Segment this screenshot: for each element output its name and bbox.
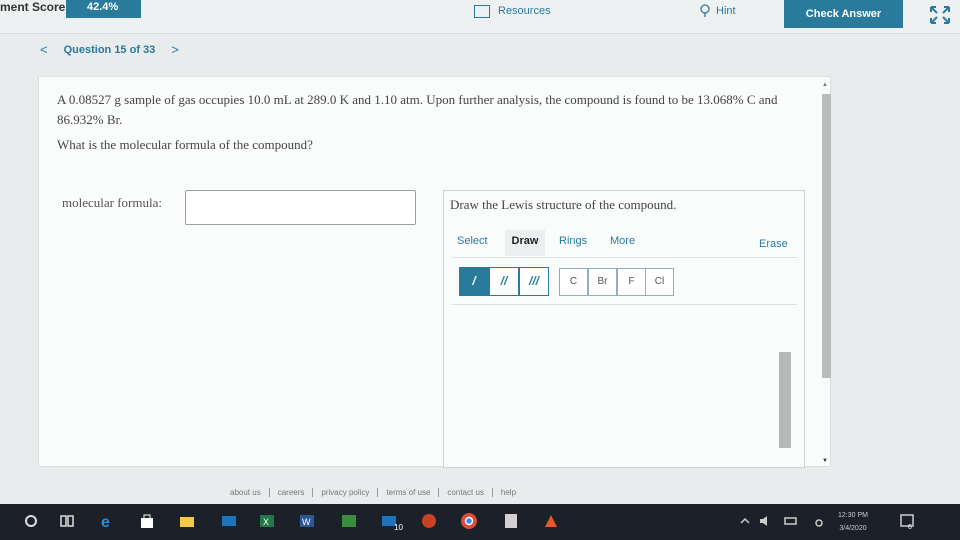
os-taskbar: e X W 10 6 (0, 504, 960, 540)
powerpoint-icon[interactable] (420, 512, 438, 530)
footer-link-terms[interactable]: terms of use (378, 488, 440, 497)
svg-text:e: e (101, 514, 110, 530)
chrome-icon[interactable] (460, 512, 478, 530)
clock-date: 3/4/2020 (839, 525, 867, 532)
resources-icon (474, 4, 490, 18)
tab-erase[interactable]: Erase (759, 233, 788, 259)
resources-button[interactable]: Resources (474, 2, 551, 20)
next-question-button[interactable]: > (171, 42, 179, 57)
battery-icon[interactable] (782, 512, 800, 530)
resources-label: Resources (498, 5, 551, 17)
footer-link-careers[interactable]: careers (270, 488, 314, 497)
tab-rings[interactable]: Rings (559, 230, 587, 256)
notification-badge: 6 (908, 524, 912, 530)
calculator-icon[interactable] (502, 512, 520, 530)
question-prompt: What is the molecular formula of the com… (57, 137, 313, 152)
scroll-up-icon[interactable]: ▲ (822, 82, 828, 88)
mail-badge: 10 (394, 523, 403, 530)
word-icon[interactable]: W (298, 512, 316, 530)
atom-cl-button[interactable]: Cl (645, 268, 674, 296)
score-label: ment Score: (0, 0, 70, 14)
atom-f-button[interactable]: F (617, 268, 646, 296)
footer-link-help[interactable]: help (493, 488, 524, 497)
hint-label: Hint (716, 5, 736, 17)
atom-c-button[interactable]: C (559, 268, 588, 296)
svg-text:W: W (302, 517, 311, 527)
expand-icon[interactable] (929, 5, 951, 25)
volume-icon[interactable] (756, 512, 774, 530)
footer-link-privacy[interactable]: privacy policy (313, 488, 379, 497)
single-bond-button[interactable]: / (459, 267, 489, 296)
atom-br-button[interactable]: Br (588, 268, 617, 296)
drawing-scrollbar[interactable] (779, 352, 791, 448)
drawing-toolbar-tabs: Select Draw Rings More Erase (452, 230, 797, 258)
drawing-title: Draw the Lewis structure of the compound… (450, 197, 677, 212)
clock-time: 12:30 PM (838, 512, 868, 519)
question-text: A 0.08527 g sample of gas occupies 10.0 … (57, 92, 778, 127)
check-answer-button[interactable]: Check Answer (784, 0, 903, 28)
file-explorer-icon[interactable] (178, 512, 196, 530)
tab-more[interactable]: More (610, 230, 635, 256)
tab-draw[interactable]: Draw (505, 230, 545, 256)
double-bond-button[interactable]: // (489, 267, 519, 296)
edge-browser-icon[interactable]: e (98, 512, 116, 530)
mail-icon[interactable]: 10 (380, 512, 406, 530)
calendar-icon[interactable] (340, 512, 358, 530)
excel-icon[interactable]: X (258, 512, 276, 530)
triple-bond-button[interactable]: /// (519, 267, 549, 296)
score-badge: 42.4% (66, 0, 141, 18)
hint-button[interactable]: Hint (700, 4, 736, 18)
footer-link-contact[interactable]: contact us (439, 488, 493, 497)
lightbulb-icon (700, 4, 710, 17)
outlook-icon[interactable] (220, 512, 238, 530)
top-bar: ment Score: 42.4% Resources Hint Check A… (0, 0, 960, 34)
svg-text:X: X (263, 517, 269, 527)
network-icon[interactable] (810, 512, 828, 530)
molecular-formula-input[interactable] (185, 190, 416, 225)
panel-scrollbar[interactable]: ▲ ▼ (820, 80, 832, 467)
task-view-icon[interactable] (58, 512, 76, 530)
search-circle-icon[interactable] (22, 512, 40, 530)
scroll-down-icon[interactable]: ▼ (822, 458, 828, 464)
drawing-tools: / // /// C Br F Cl (452, 259, 797, 305)
store-icon[interactable] (138, 512, 156, 530)
app-icon[interactable] (542, 512, 560, 530)
footer-links: about us careers privacy policy terms of… (222, 488, 524, 497)
chevron-up-icon[interactable] (736, 512, 754, 530)
scrollbar-thumb[interactable] (822, 94, 831, 378)
question-navigation: < Question 15 of 33 > (40, 42, 179, 57)
footer-link-about[interactable]: about us (222, 488, 270, 497)
notification-icon[interactable]: 6 (898, 512, 916, 530)
previous-question-button[interactable]: < (40, 42, 48, 57)
taskbar-clock[interactable]: 12:30 PM 3/4/2020 (838, 509, 868, 535)
tab-select[interactable]: Select (457, 230, 488, 256)
molecular-formula-label: molecular formula: (62, 195, 162, 210)
question-counter: Question 15 of 33 (63, 43, 156, 56)
